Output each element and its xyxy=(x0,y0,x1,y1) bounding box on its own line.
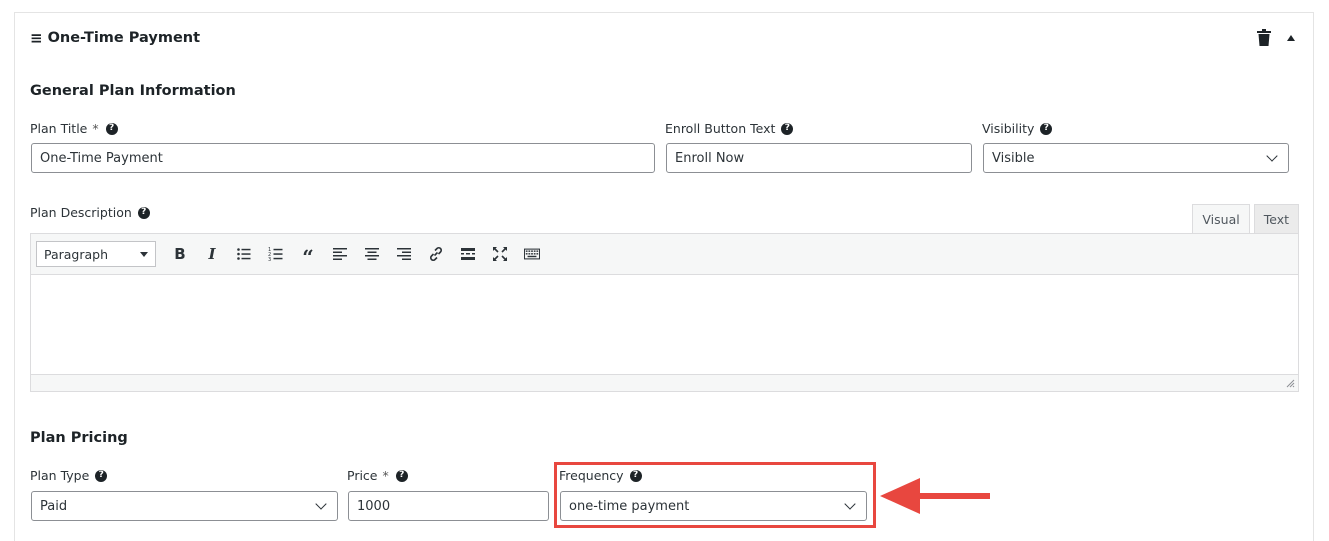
bold-icon: B xyxy=(174,245,186,263)
toolbar-toggle-button[interactable] xyxy=(516,241,548,267)
general-section-title: General Plan Information xyxy=(30,83,236,99)
editor-toolbar: Paragraph B I 123 “ xyxy=(31,234,1298,275)
description-label-text: Plan Description xyxy=(30,205,132,220)
format-value: Paragraph xyxy=(44,246,109,262)
italic-icon: I xyxy=(208,245,216,263)
fullscreen-icon xyxy=(493,247,507,261)
pricing-section-title: Plan Pricing xyxy=(30,430,128,446)
chevron-down-icon xyxy=(315,498,327,510)
tab-visual[interactable]: Visual xyxy=(1192,204,1250,233)
read-more-button[interactable] xyxy=(452,241,484,267)
align-right-button[interactable] xyxy=(388,241,420,267)
bullet-list-button[interactable] xyxy=(228,241,260,267)
trash-icon[interactable] xyxy=(1257,29,1273,47)
help-icon[interactable]: ? xyxy=(95,469,108,482)
bold-button[interactable]: B xyxy=(164,241,196,267)
format-select[interactable]: Paragraph xyxy=(36,241,156,267)
enroll-text-label: Enroll Button Text ? xyxy=(665,121,794,136)
visibility-label: Visibility ? xyxy=(982,121,1053,136)
plan-type-value: Paid xyxy=(40,498,68,514)
visibility-label-text: Visibility xyxy=(982,121,1035,136)
enroll-text-label-text: Enroll Button Text xyxy=(665,121,776,136)
chevron-down-icon xyxy=(1266,150,1278,162)
plan-title-input[interactable]: One-Time Payment xyxy=(31,143,655,173)
plan-title-label-text: Plan Title xyxy=(30,121,88,136)
price-label: Price * ? xyxy=(347,468,408,483)
price-label-text: Price xyxy=(347,468,378,483)
visibility-value: Visible xyxy=(992,150,1035,166)
align-center-button[interactable] xyxy=(356,241,388,267)
enroll-text-value: Enroll Now xyxy=(675,150,745,166)
collapse-caret-icon[interactable] xyxy=(1287,35,1295,41)
price-value: 1000 xyxy=(357,498,391,514)
link-icon xyxy=(430,247,442,261)
required-mark: * xyxy=(92,121,99,136)
quote-icon: “ xyxy=(302,245,314,269)
numbered-list-button[interactable]: 123 xyxy=(260,241,292,267)
align-center-icon xyxy=(365,248,379,260)
description-label: Plan Description ? xyxy=(30,205,150,220)
align-left-icon xyxy=(333,248,347,260)
required-mark: * xyxy=(382,468,389,483)
editor-tabs: Visual Text xyxy=(1192,204,1299,233)
fullscreen-button[interactable] xyxy=(484,241,516,267)
description-editor: Paragraph B I 123 “ xyxy=(30,233,1299,392)
tab-text[interactable]: Text xyxy=(1253,204,1299,233)
plan-header[interactable]: ≡ One-Time Payment xyxy=(30,30,200,46)
plan-header-title: One-Time Payment xyxy=(47,30,201,46)
header-actions xyxy=(1257,29,1295,47)
align-left-button[interactable] xyxy=(324,241,356,267)
annotation-arrow-icon xyxy=(880,478,990,514)
bullet-list-icon xyxy=(237,248,251,260)
caret-down-icon xyxy=(140,251,148,257)
frequency-highlight-box xyxy=(554,462,876,528)
read-more-icon xyxy=(461,248,475,260)
plan-type-label: Plan Type ? xyxy=(30,468,108,483)
numbered-list-icon: 123 xyxy=(268,247,283,262)
plan-type-select[interactable]: Paid xyxy=(31,491,338,521)
price-input[interactable]: 1000 xyxy=(348,491,549,521)
help-icon[interactable]: ? xyxy=(395,469,408,482)
insert-link-button[interactable] xyxy=(420,241,452,267)
plan-title-value: One-Time Payment xyxy=(40,150,163,166)
help-icon[interactable]: ? xyxy=(105,122,118,135)
editor-content-area[interactable] xyxy=(31,275,1298,375)
visibility-select[interactable]: Visible xyxy=(983,143,1289,173)
blockquote-button[interactable]: “ xyxy=(292,241,324,267)
keyboard-icon xyxy=(524,248,540,260)
italic-button[interactable]: I xyxy=(196,241,228,267)
align-right-icon xyxy=(397,248,411,260)
drag-handle-icon[interactable]: ≡ xyxy=(30,30,43,46)
editor-statusbar xyxy=(31,374,1298,391)
plan-title-label: Plan Title * ? xyxy=(30,121,118,136)
enroll-text-input[interactable]: Enroll Now xyxy=(666,143,972,173)
help-icon[interactable]: ? xyxy=(137,206,150,219)
resize-handle-icon[interactable] xyxy=(1286,379,1295,388)
help-icon[interactable]: ? xyxy=(781,122,794,135)
help-icon[interactable]: ? xyxy=(1040,122,1053,135)
svg-text:3: 3 xyxy=(268,257,271,262)
plan-type-label-text: Plan Type xyxy=(30,468,90,483)
